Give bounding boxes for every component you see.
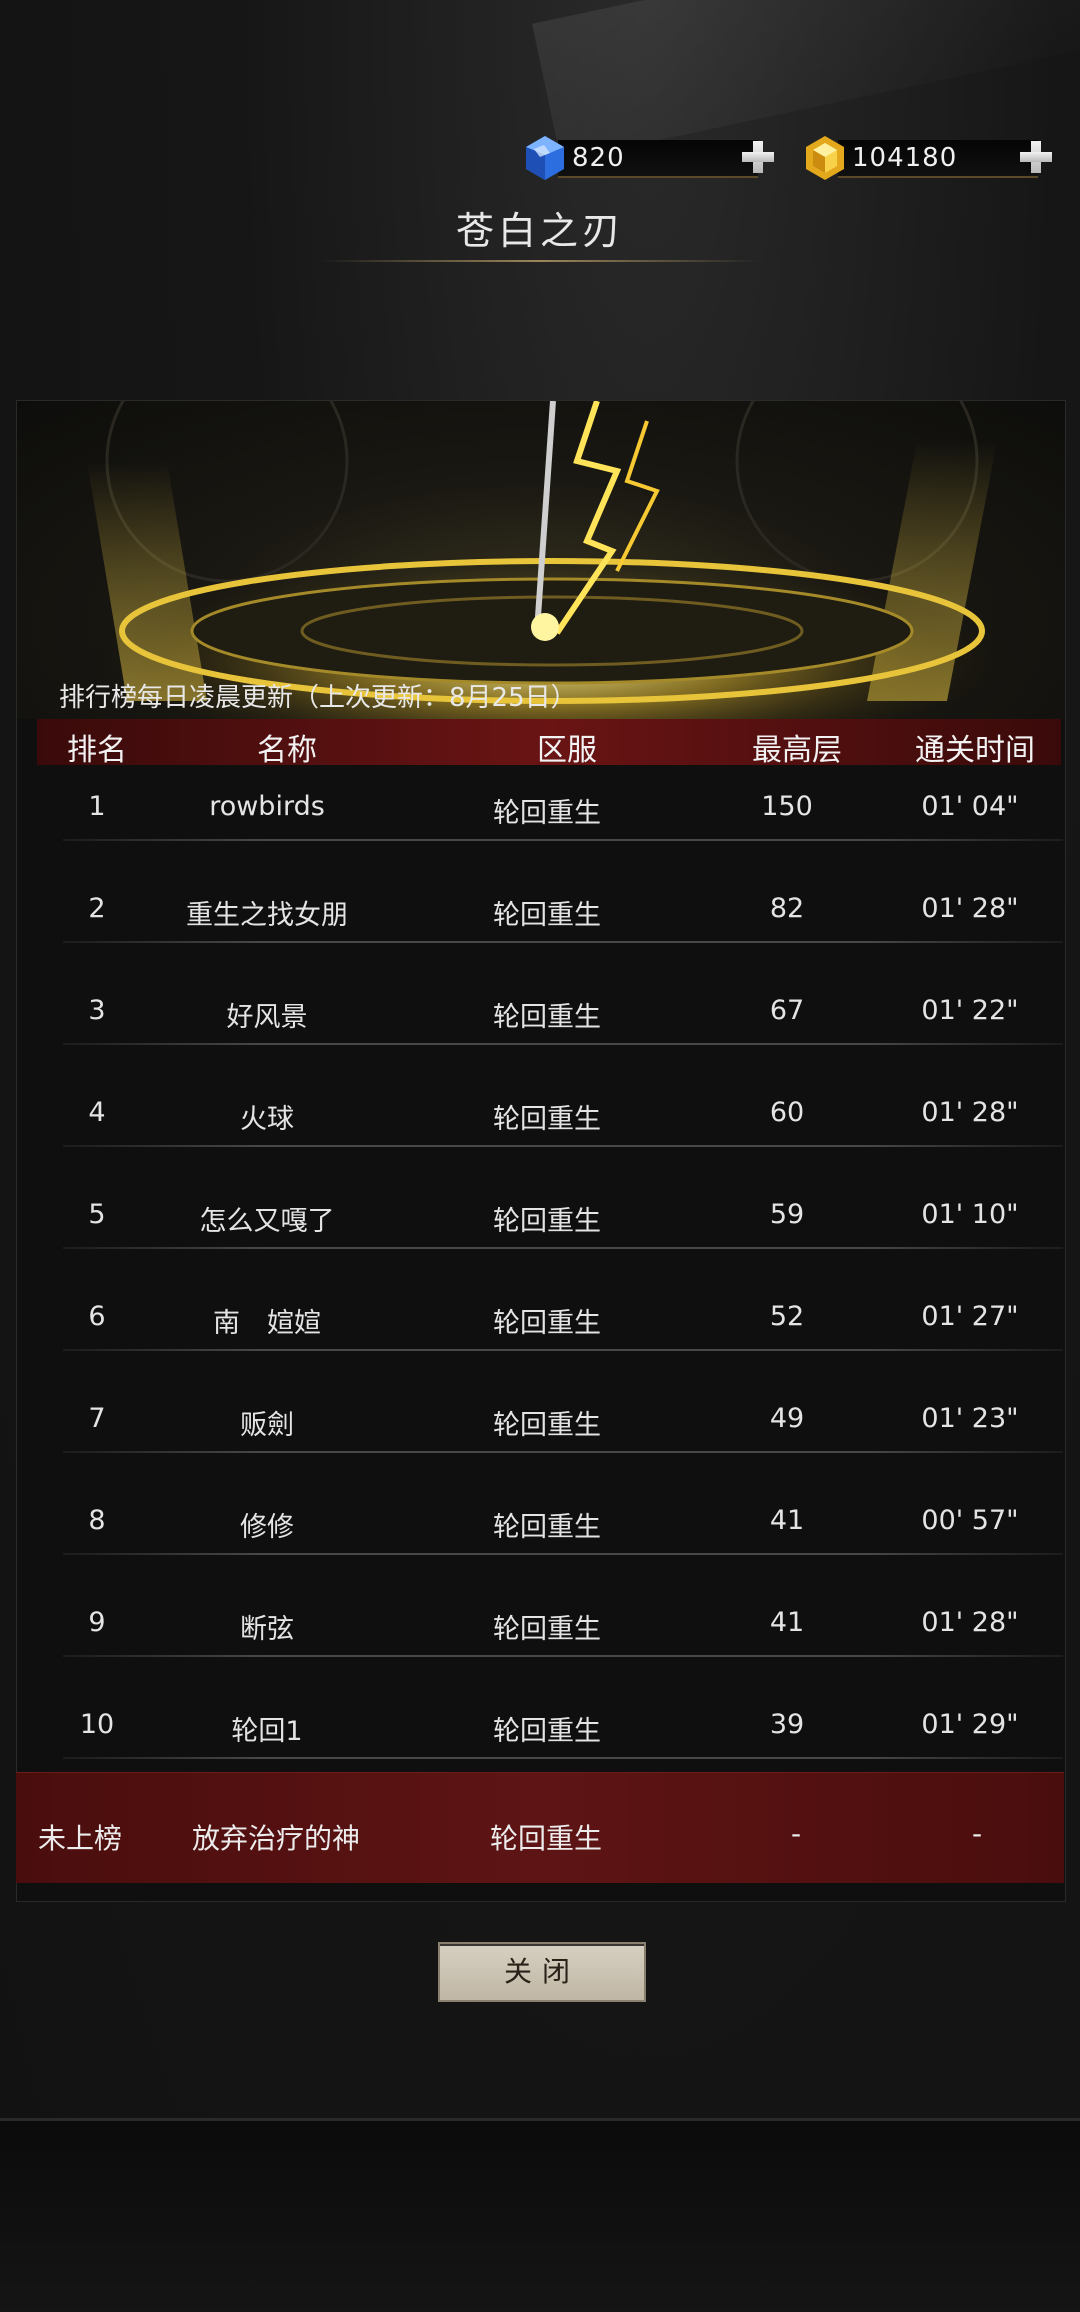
leaderboard-screen: 820 104180 苍白之刃 排行榜每日凌晨更新（上次更新：8月25日） 排名… xyxy=(0,0,1080,2312)
row-server: 轮回重生 xyxy=(493,798,601,829)
row-server: 轮回重生 xyxy=(493,1206,601,1237)
row-name: 断弦 xyxy=(240,1614,294,1645)
row-rank: 10 xyxy=(79,1709,115,1740)
row-rank: 8 xyxy=(88,1505,106,1536)
header-name: 名称 xyxy=(257,733,317,768)
row-rank: 1 xyxy=(88,791,106,822)
row-server: 轮回重生 xyxy=(493,1002,601,1033)
row-divider xyxy=(63,1349,1063,1351)
row-server: 轮回重生 xyxy=(493,1308,601,1339)
page-title: 苍白之刃 xyxy=(455,209,624,253)
row-time: 01' 28" xyxy=(921,1607,1019,1638)
header-server: 区服 xyxy=(537,733,597,768)
row-name: 轮回1 xyxy=(231,1716,303,1747)
banner-illustration: 排行榜每日凌晨更新（上次更新：8月25日） xyxy=(17,401,1065,719)
row-name: 火球 xyxy=(240,1104,294,1135)
row-time: 01' 28" xyxy=(921,1097,1019,1128)
row-rank: 3 xyxy=(88,995,106,1026)
row-server: 轮回重生 xyxy=(493,1716,601,1747)
title-divider xyxy=(320,260,760,262)
row-floor: 39 xyxy=(769,1709,805,1740)
my-server: 轮回重生 xyxy=(489,1822,602,1855)
row-floor: 41 xyxy=(769,1505,805,1536)
row-time: 01' 04" xyxy=(921,791,1019,822)
row-name: 贩劍 xyxy=(240,1410,294,1441)
row-server: 轮回重生 xyxy=(493,900,601,931)
row-rank: 2 xyxy=(88,893,106,924)
row-server: 轮回重生 xyxy=(493,1512,601,1543)
row-time: 01' 28" xyxy=(921,893,1019,924)
row-time: 01' 29" xyxy=(921,1709,1019,1740)
table-row: 1 rowbirds 轮回重生 150 01' 04" xyxy=(47,769,1063,871)
table-header: 排名 名称 区服 最高层 通关时间 xyxy=(37,719,1061,768)
row-floor: 41 xyxy=(769,1607,805,1638)
table-row: 7 贩劍 轮回重生 49 01' 23" xyxy=(47,1381,1063,1483)
row-divider xyxy=(63,1451,1063,1453)
row-divider xyxy=(63,1247,1063,1249)
update-note: 排行榜每日凌晨更新（上次更新：8月25日） xyxy=(59,683,577,713)
row-name: 怎么又嘎了 xyxy=(199,1206,335,1237)
add-gems-button[interactable] xyxy=(740,139,776,175)
my-rank: 未上榜 xyxy=(37,1822,122,1855)
row-floor: 67 xyxy=(769,995,805,1026)
row-divider xyxy=(63,941,1063,943)
row-time: 01' 23" xyxy=(921,1403,1019,1434)
row-divider xyxy=(63,1145,1063,1147)
header-clear-time: 通关时间 xyxy=(915,733,1035,768)
sword-altar-illustration xyxy=(72,401,1032,719)
gold-currency: 104180 xyxy=(800,130,1060,186)
row-divider xyxy=(63,1553,1063,1555)
row-floor: 49 xyxy=(769,1403,805,1434)
row-name: 修修 xyxy=(240,1512,294,1543)
row-name: 南 媗媗 xyxy=(213,1308,321,1339)
add-gold-button[interactable] xyxy=(1018,139,1054,175)
row-rank: 7 xyxy=(88,1403,106,1434)
bottom-edge-decoration xyxy=(0,2118,1080,2312)
blue-gem-icon xyxy=(526,136,564,180)
table-row: 4 火球 轮回重生 60 01' 28" xyxy=(47,1075,1063,1177)
row-rank: 4 xyxy=(88,1097,106,1128)
row-server: 轮回重生 xyxy=(493,1614,601,1645)
row-floor: 59 xyxy=(769,1199,805,1230)
leaderboard-panel: 排行榜每日凌晨更新（上次更新：8月25日） 排名 名称 区服 最高层 通关时间 … xyxy=(16,400,1066,1902)
gem-currency: 820 xyxy=(520,130,778,186)
close-button[interactable]: 关闭 xyxy=(438,1942,646,2002)
row-floor: 82 xyxy=(769,893,805,924)
row-server: 轮回重生 xyxy=(493,1410,601,1441)
row-divider xyxy=(63,1757,1063,1759)
row-divider xyxy=(63,1043,1063,1045)
my-floor: - xyxy=(790,1817,802,1850)
header-rank: 排名 xyxy=(67,733,127,768)
row-rank: 6 xyxy=(88,1301,106,1332)
row-name: 重生之找女朋 xyxy=(186,900,348,931)
row-time: 01' 22" xyxy=(921,995,1019,1026)
row-floor: 150 xyxy=(761,791,813,822)
table-row: 9 断弦 轮回重生 41 01' 28" xyxy=(47,1585,1063,1687)
row-divider xyxy=(63,1655,1063,1657)
row-floor: 60 xyxy=(769,1097,805,1128)
table-row: 2 重生之找女朋 轮回重生 82 01' 28" xyxy=(47,871,1063,973)
row-floor: 52 xyxy=(769,1301,805,1332)
row-rank: 9 xyxy=(88,1607,106,1638)
my-time: - xyxy=(971,1817,983,1850)
table-row: 3 好风景 轮回重生 67 01' 22" xyxy=(47,973,1063,1075)
table-row: 5 怎么又嘎了 轮回重生 59 01' 10" xyxy=(47,1177,1063,1279)
row-time: 00' 57" xyxy=(921,1505,1019,1536)
my-rank-row: 未上榜 放弃治疗的神 轮回重生 - - xyxy=(16,1772,1064,1883)
row-time: 01' 10" xyxy=(921,1199,1019,1230)
row-server: 轮回重生 xyxy=(493,1104,601,1135)
row-name: 好风景 xyxy=(226,1002,308,1033)
gold-gem-icon xyxy=(806,136,844,180)
header-top-floor: 最高层 xyxy=(752,733,842,768)
gem-amount: 820 xyxy=(572,143,625,173)
table-row: 8 修修 轮回重生 41 00' 57" xyxy=(47,1483,1063,1585)
row-name: rowbirds xyxy=(209,791,325,822)
table-row: 6 南 媗媗 轮回重生 52 01' 27" xyxy=(47,1279,1063,1381)
row-rank: 5 xyxy=(88,1199,106,1230)
my-name: 放弃治疗的神 xyxy=(191,1822,360,1855)
gold-amount: 104180 xyxy=(852,143,958,173)
row-divider xyxy=(63,839,1063,841)
row-time: 01' 27" xyxy=(921,1301,1019,1332)
